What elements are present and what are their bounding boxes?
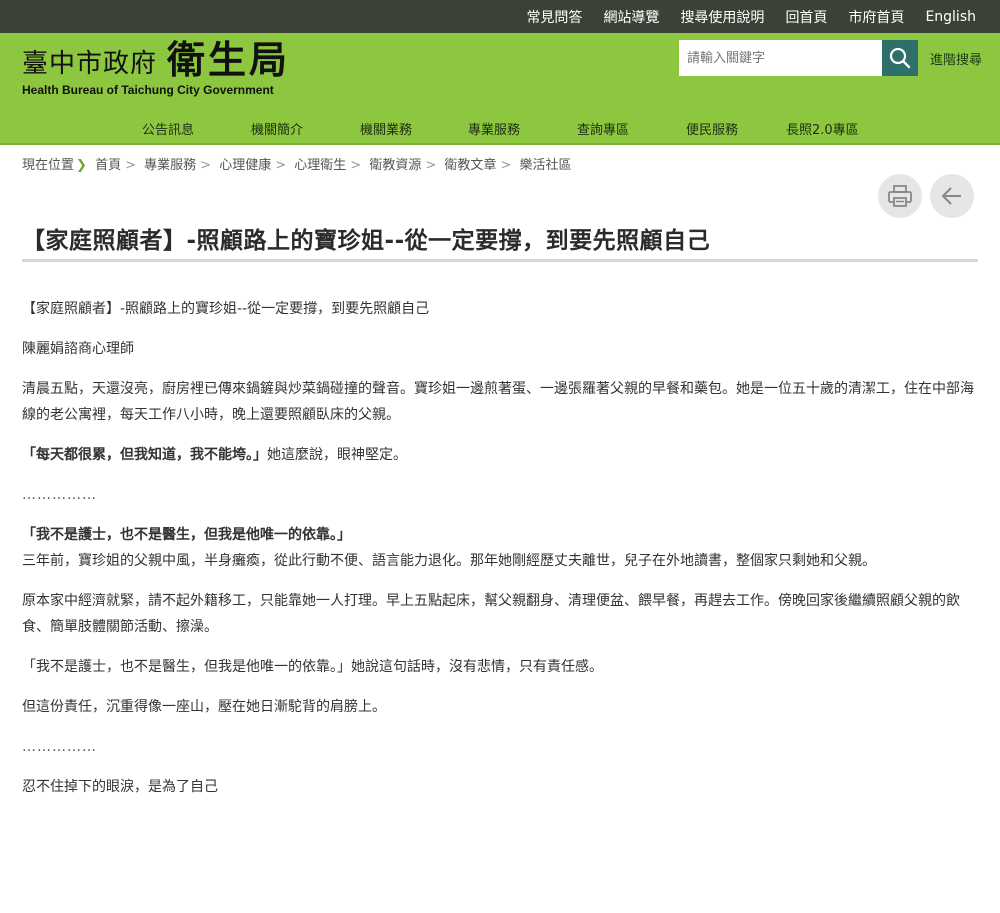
nav-item-query[interactable]: 查詢專區	[577, 119, 629, 143]
quote-tail-text: 她這麼說，眼神堅定。	[267, 447, 407, 463]
nav-item-public-services[interactable]: 便民服務	[686, 119, 738, 143]
article-paragraph: 原本家中經濟就緊，請不起外籍移工，只能靠她一人打理。早上五點起床，幫父親翻身、清…	[22, 593, 960, 635]
nav-item-announcements[interactable]: 公告訊息	[142, 119, 194, 143]
article-paragraph: 但這份責任，沉重得像一座山，壓在她日漸駝背的肩膀上。	[22, 699, 386, 715]
breadcrumb-item-health-education[interactable]: 衛教資源	[369, 158, 421, 173]
topbar-link-english[interactable]: English	[925, 9, 976, 25]
back-button[interactable]	[930, 174, 974, 218]
topbar-link-search-help[interactable]: 搜尋使用說明	[680, 7, 764, 27]
page-title: 【家庭照顧者】-照顧路上的寶珍姐--從一定要撐，到要先照顧自己	[22, 228, 711, 254]
back-arrow-icon	[941, 187, 961, 205]
topbar-link-home[interactable]: 回首頁	[785, 7, 827, 27]
topbar-link-city-home[interactable]: 市府首頁	[848, 7, 904, 27]
topbar-link-faq[interactable]: 常見問答	[526, 7, 582, 27]
article-body: 【家庭照顧者】-照顧路上的寶珍姐--從一定要撐，到要先照顧自己 陳麗娟諮商心理師…	[22, 296, 978, 814]
nav-item-professional-services[interactable]: 專業服務	[468, 119, 520, 143]
breadcrumb-label: 現在位置	[22, 158, 75, 173]
article-author: 陳麗娟諮商心理師	[22, 341, 134, 357]
breadcrumb-item-home[interactable]: 首頁	[95, 158, 121, 173]
nav-item-long-term-care[interactable]: 長照2.0專區	[786, 119, 859, 143]
title-divider	[22, 259, 978, 262]
search-input[interactable]	[679, 40, 882, 76]
article-paragraph: 三年前，寶珍姐的父親中風，半身癱瘓，從此行動不便、語言能力退化。那年她剛經歷丈夫…	[22, 553, 876, 569]
article-paragraph: 「每天都很累，但我知道，我不能垮。」她這麼說，眼神堅定。	[22, 442, 978, 468]
logo-english-text: Health Bureau of Taichung City Governmen…	[22, 83, 274, 97]
breadcrumb-item-articles[interactable]: 衛教文章	[444, 158, 496, 173]
breadcrumb-item-mental-hygiene[interactable]: 心理衛生	[294, 158, 346, 173]
quote-text: 「每天都很累，但我知道，我不能垮。」	[22, 447, 267, 463]
search-box	[679, 40, 918, 76]
nav-item-about[interactable]: 機關簡介	[251, 119, 303, 143]
print-icon	[888, 185, 912, 207]
article-paragraph: 「我不是護士，也不是醫生，但我是他唯一的依靠。」她說這句話時，沒有悲情，只有責任…	[22, 659, 603, 675]
article-subtitle: 【家庭照顧者】-照顧路上的寶珍姐--從一定要撐，到要先照顧自己	[22, 301, 430, 317]
site-header: 臺中市政府 衛生局 Health Bureau of Taichung City…	[0, 33, 1000, 145]
breadcrumb-item-current: 樂活社區	[519, 158, 572, 173]
site-logo[interactable]: 臺中市政府 衛生局 Health Bureau of Taichung City…	[22, 39, 290, 97]
advanced-search-link[interactable]: 進階搜尋	[930, 49, 982, 68]
nav-item-business[interactable]: 機關業務	[360, 119, 412, 143]
chevron-right-icon: ❯	[76, 158, 87, 173]
section-divider-dots: ……………	[22, 487, 97, 503]
topbar-link-sitemap[interactable]: 網站導覽	[603, 7, 659, 27]
breadcrumb: 現在位置 ❯ 首頁 > 專業服務 > 心理健康 > 心理衛生 > 衛教資源 > 衛教文章 > …	[22, 158, 572, 173]
search-icon	[889, 47, 911, 69]
section-divider-dots: ……………	[22, 739, 97, 755]
article-paragraph: 清晨五點，天還沒亮，廚房裡已傳來鍋鏟與炒菜鍋碰撞的聲音。寶珍姐一邊煎著蛋、一邊張…	[22, 381, 974, 423]
main-nav: 公告訊息 機關簡介 機關業務 專業服務 查詢專區 便民服務 長照2.0專區	[0, 119, 1000, 143]
search-button[interactable]	[882, 40, 918, 76]
section-heading: 「我不是護士，也不是醫生，但我是他唯一的依靠。」	[22, 527, 351, 543]
breadcrumb-item-mental-health[interactable]: 心理健康	[219, 158, 271, 173]
article-paragraph: 忍不住掉下的眼淚，是為了自己	[22, 779, 218, 795]
breadcrumb-item-professional-services[interactable]: 專業服務	[144, 158, 196, 173]
print-button[interactable]	[878, 174, 922, 218]
logo-city-text: 臺中市政府	[22, 49, 158, 79]
logo-bureau-text: 衛生局	[167, 38, 291, 82]
top-utility-bar: 常見問答 網站導覽 搜尋使用說明 回首頁 市府首頁 English	[0, 0, 1000, 33]
